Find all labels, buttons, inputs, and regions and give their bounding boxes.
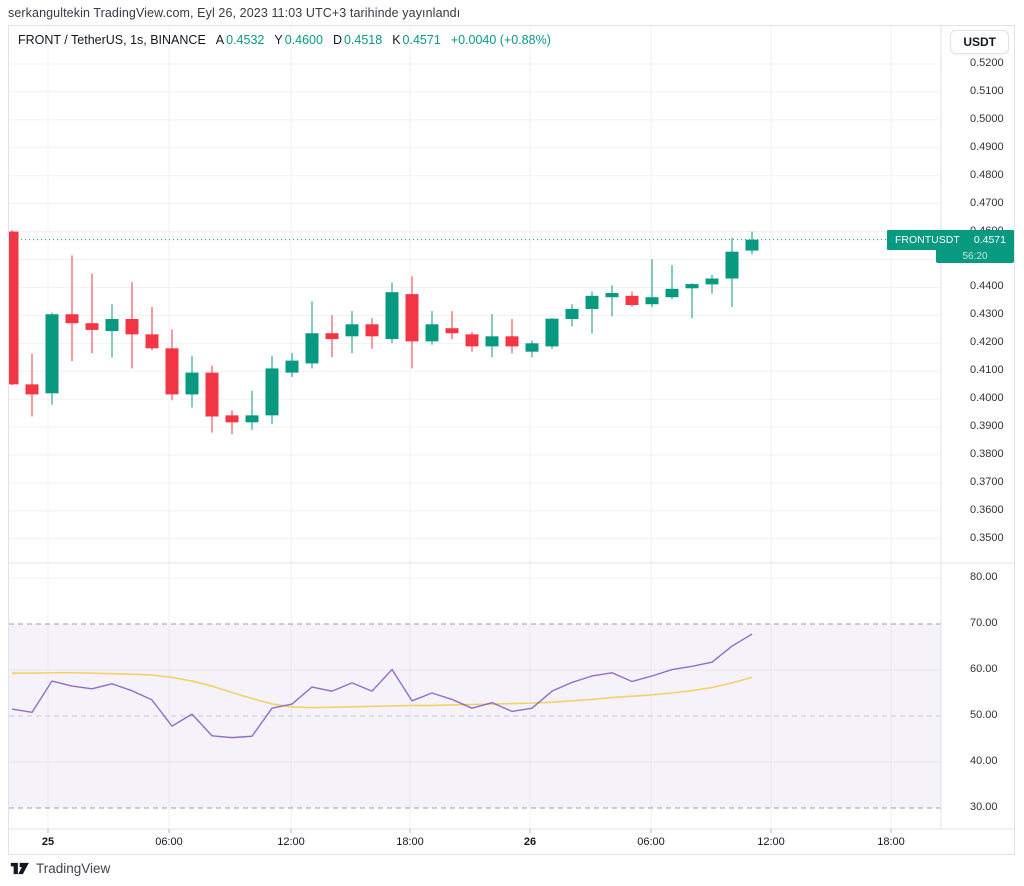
legend-low: D0.4518: [333, 33, 382, 47]
chart-widget-inner: FRONT / TetherUS, 1s, BINANCE A0.4532 Y0…: [9, 26, 1014, 854]
price-tick-label: 0.4300: [970, 308, 1004, 320]
tradingview-logo[interactable]: TradingView: [10, 860, 110, 877]
rsi-tick-label: 60.00: [970, 663, 998, 675]
price-tick-label: 0.4200: [970, 336, 1004, 348]
chart-widget: FRONT / TetherUS, 1s, BINANCE A0.4532 Y0…: [8, 25, 1015, 855]
legend-open: A0.4532: [216, 33, 265, 47]
page: serkangultekin TradingView.com, Eyl 26, …: [0, 0, 1024, 886]
last-price-label: FRONTUSDT 0.4571 56:20: [887, 230, 1014, 263]
price-tick-label: 0.5100: [970, 85, 1004, 97]
rsi-tick-label: 40.00: [970, 755, 998, 767]
rsi-tick-label: 80.00: [970, 571, 998, 583]
price-tick-label: 0.4000: [970, 392, 1004, 404]
legend-close: K0.4571: [392, 33, 441, 47]
currency-toggle-button[interactable]: USDT: [950, 30, 1009, 54]
tradingview-logo-text: TradingView: [36, 861, 110, 876]
legend-high: Y0.4600: [274, 33, 323, 47]
time-tick-label: 12:00: [757, 836, 785, 848]
price-tick-label: 0.4400: [970, 280, 1004, 292]
price-tick-label: 0.4700: [970, 197, 1004, 209]
rsi-tick-label: 50.00: [970, 709, 998, 721]
price-tick-label: 0.5200: [970, 57, 1004, 69]
legend-change: +0.0040 (+0.88%): [451, 33, 551, 47]
price-tick-label: 0.4800: [970, 169, 1004, 181]
price-tick-label: 0.5000: [970, 113, 1004, 125]
bar-countdown: 56:20: [962, 251, 987, 262]
byline: serkangultekin TradingView.com, Eyl 26, …: [8, 6, 460, 20]
price-tick-label: 0.3700: [970, 476, 1004, 488]
time-tick-label: 06:00: [155, 836, 183, 848]
chart-legend[interactable]: FRONT / TetherUS, 1s, BINANCE A0.4532 Y0…: [18, 33, 551, 47]
price-tick-label: 0.3500: [970, 532, 1004, 544]
tradingview-logo-icon: [10, 860, 30, 877]
price-tick-label: 0.4900: [970, 141, 1004, 153]
price-tick-label: 0.4100: [970, 364, 1004, 376]
rsi-tick-label: 70.00: [970, 617, 998, 629]
legend-symbol[interactable]: FRONT / TetherUS, 1s, BINANCE: [18, 33, 206, 47]
price-axis[interactable]: 0.52000.51000.50000.49000.48000.47000.46…: [9, 26, 1014, 854]
last-price-symbol: FRONTUSDT: [895, 234, 960, 246]
time-tick-label: 26: [524, 836, 536, 848]
time-tick-label: 18:00: [877, 836, 905, 848]
last-price-value: 0.4571: [974, 234, 1006, 246]
price-tick-label: 0.3900: [970, 420, 1004, 432]
time-tick-label: 25: [42, 836, 54, 848]
time-tick-label: 18:00: [396, 836, 424, 848]
time-axis[interactable]: 25 06:00 12:00 18:00 26 06:00 12:00 18:00: [9, 829, 1014, 854]
price-tick-label: 0.3800: [970, 448, 1004, 460]
price-tick-label: 0.3600: [970, 504, 1004, 516]
rsi-tick-label: 30.00: [970, 801, 998, 813]
time-tick-label: 06:00: [637, 836, 665, 848]
time-tick-label: 12:00: [277, 836, 305, 848]
